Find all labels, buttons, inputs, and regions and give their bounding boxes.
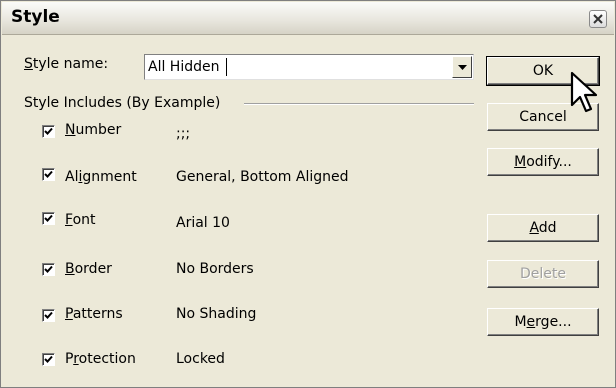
- font-option-value: Arial 10: [176, 215, 230, 231]
- chevron-down-icon: [458, 65, 467, 70]
- style-includes-group-label: Style Includes (By Example): [24, 95, 221, 111]
- border-option-label[interactable]: Border: [65, 261, 112, 277]
- checkmark-icon: [44, 311, 53, 319]
- checkmark-icon: [44, 265, 53, 273]
- alignment-checkbox[interactable]: [42, 168, 55, 181]
- font-checkbox[interactable]: [42, 212, 55, 225]
- style-name-label: Style name:: [24, 56, 109, 72]
- checkmark-icon: [44, 355, 53, 363]
- patterns-checkbox[interactable]: [42, 309, 55, 322]
- protection-option-value: Locked: [176, 351, 225, 367]
- merge-button[interactable]: Merge...: [487, 308, 599, 336]
- title-bar[interactable]: Style: [2, 2, 614, 35]
- style-name-input[interactable]: [148, 58, 438, 76]
- mouse-pointer-icon: [570, 71, 598, 113]
- font-option-label[interactable]: Font: [65, 212, 96, 228]
- border-option-value: No Borders: [176, 261, 254, 277]
- alignment-option-value: General, Bottom Aligned: [176, 169, 349, 185]
- checkmark-icon: [44, 170, 53, 178]
- dialog-title: Style: [11, 7, 60, 27]
- modify-button[interactable]: Modify...: [487, 148, 599, 176]
- close-button[interactable]: [589, 10, 607, 28]
- number-option-value: ;;;: [176, 126, 191, 142]
- style-name-combobox[interactable]: [144, 54, 474, 80]
- style-name-dropdown-button[interactable]: [452, 56, 472, 78]
- close-icon: [593, 14, 603, 24]
- border-checkbox[interactable]: [42, 263, 55, 276]
- patterns-option-label[interactable]: Patterns: [65, 306, 123, 322]
- style-dialog: Style Style name: Style Includes (By Exa…: [0, 0, 616, 388]
- checkmark-icon: [44, 214, 53, 222]
- text-caret: [226, 58, 227, 76]
- protection-checkbox[interactable]: [42, 353, 55, 366]
- add-button[interactable]: Add: [487, 214, 599, 242]
- group-divider: [244, 103, 474, 105]
- alignment-option-label[interactable]: Alignment: [65, 169, 137, 185]
- patterns-option-value: No Shading: [176, 306, 257, 322]
- delete-button[interactable]: Delete: [487, 260, 599, 288]
- number-option-label[interactable]: Number: [65, 122, 121, 138]
- checkmark-icon: [44, 127, 53, 135]
- protection-option-label[interactable]: Protection: [65, 351, 136, 367]
- number-checkbox[interactable]: [42, 125, 55, 138]
